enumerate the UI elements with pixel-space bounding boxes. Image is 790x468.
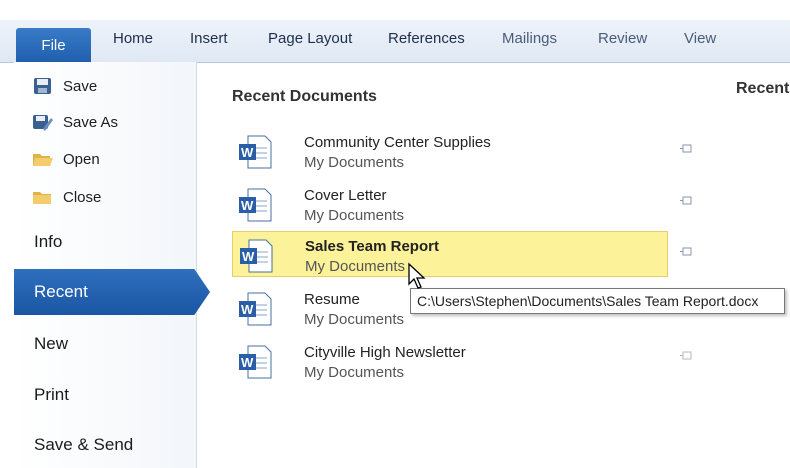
pin-icon[interactable] [680, 245, 694, 257]
save-as-icon [32, 112, 54, 132]
word-document-icon: W [238, 187, 272, 223]
close-label: Close [63, 188, 102, 206]
recent-document-item-highlighted[interactable]: W Sales Team Report My Documents [232, 231, 668, 277]
word-document-icon: W [238, 291, 272, 327]
tab-page-layout[interactable]: Page Layout [268, 30, 352, 47]
tab-insert[interactable]: Insert [190, 30, 228, 47]
document-location: My Documents [304, 364, 405, 381]
nav-tab-new[interactable]: New [14, 321, 196, 367]
svg-text:W: W [241, 302, 254, 317]
recent-document-item[interactable]: W Community Center Supplies My Documents [232, 128, 668, 174]
tab-file[interactable]: File [16, 28, 91, 62]
document-location: My Documents [304, 207, 405, 224]
tab-view[interactable]: View [684, 30, 716, 47]
tab-review[interactable]: Review [598, 30, 647, 47]
document-name: Cityville High Newsletter [304, 344, 466, 361]
document-location: My Documents [304, 311, 405, 328]
close-folder-icon [32, 187, 54, 207]
ribbon-tab-bar: File Home Insert Page Layout References … [0, 20, 790, 63]
document-name: Resume [304, 291, 360, 308]
pin-icon[interactable] [680, 349, 694, 361]
mouse-pointer-icon [407, 262, 429, 290]
document-name: Sales Team Report [305, 238, 439, 255]
save-as-command[interactable]: Save As [32, 109, 118, 135]
nav-tab-recent[interactable]: Recent [14, 269, 210, 315]
save-command[interactable]: Save [32, 73, 97, 99]
open-folder-icon [32, 149, 54, 169]
nav-tab-save-send[interactable]: Save & Send [14, 422, 196, 468]
tab-references[interactable]: References [388, 30, 465, 47]
recent-places-heading: Recent [736, 80, 790, 97]
svg-text:W: W [241, 198, 254, 213]
close-command[interactable]: Close [32, 184, 101, 210]
nav-tab-info[interactable]: Info [14, 219, 196, 265]
svg-text:W: W [241, 145, 254, 160]
pin-icon[interactable] [680, 142, 694, 154]
file-path-tooltip: C:\Users\Stephen\Documents\Sales Team Re… [410, 288, 785, 314]
open-command[interactable]: Open [32, 146, 100, 172]
backstage-nav: Save Save As Open Close Info Recent New … [14, 62, 210, 468]
tab-mailings[interactable]: Mailings [502, 30, 557, 47]
pin-icon[interactable] [680, 194, 694, 206]
save-as-label: Save As [63, 113, 119, 131]
save-icon [32, 76, 54, 96]
document-location: My Documents [304, 154, 405, 171]
recent-documents-heading: Recent Documents [232, 88, 377, 105]
svg-text:W: W [242, 249, 255, 264]
document-name: Cover Letter [304, 187, 387, 204]
word-document-icon: W [239, 238, 273, 274]
recent-document-item[interactable]: W Cityville High Newsletter My Documents [232, 338, 668, 384]
word-document-icon: W [238, 344, 272, 380]
svg-text:W: W [241, 355, 254, 370]
nav-tab-print[interactable]: Print [14, 372, 196, 418]
document-name: Community Center Supplies [304, 134, 491, 151]
open-label: Open [63, 150, 100, 168]
recent-document-item[interactable]: W Cover Letter My Documents [232, 181, 668, 227]
word-document-icon: W [238, 134, 272, 170]
save-label: Save [63, 77, 98, 95]
tab-home[interactable]: Home [113, 30, 153, 47]
document-location: My Documents [305, 258, 406, 275]
